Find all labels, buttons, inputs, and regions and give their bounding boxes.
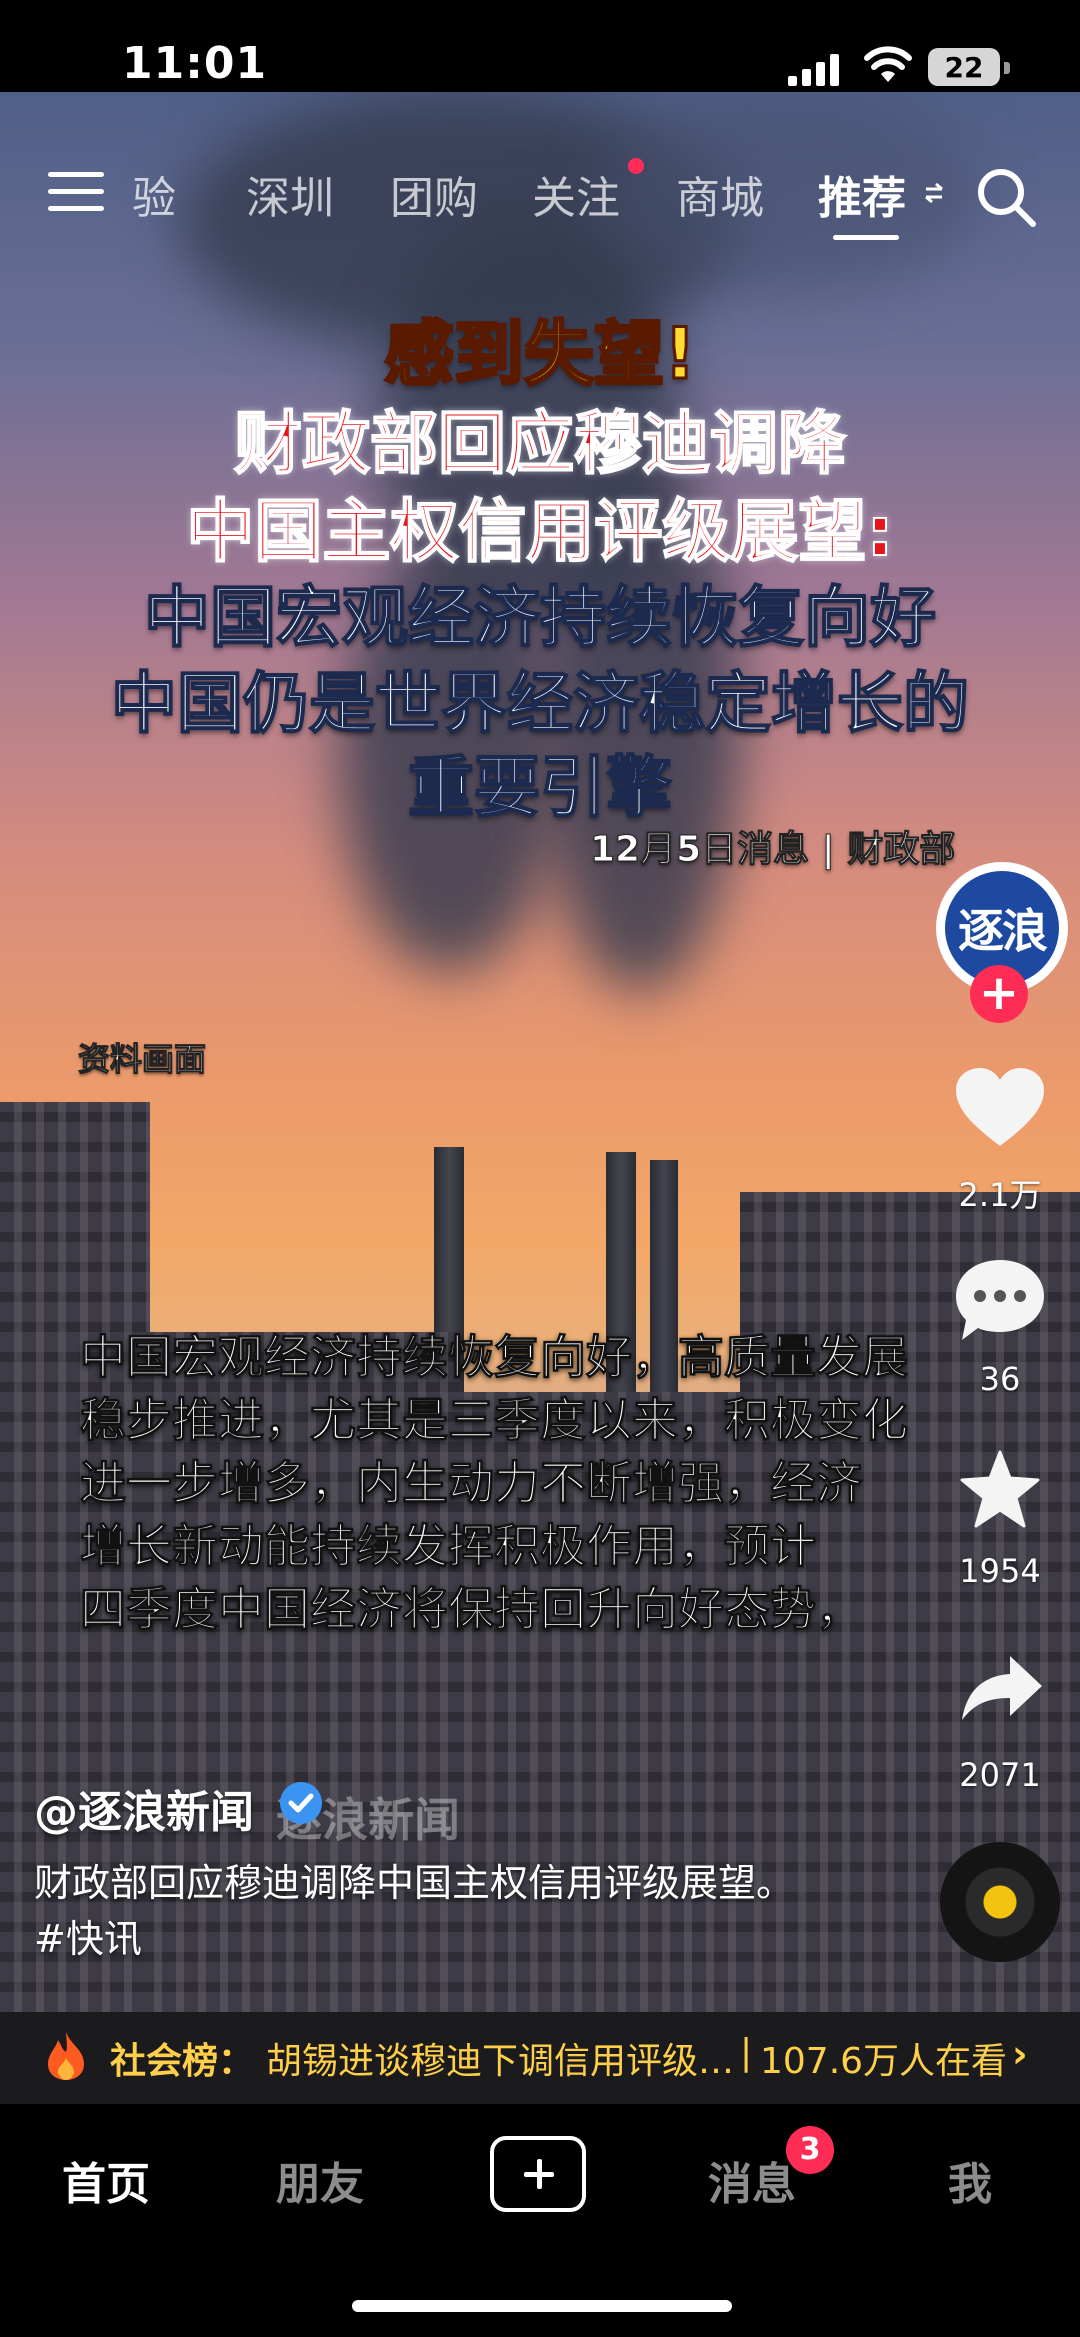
tab-mall[interactable]: 商城 [676,162,764,226]
wifi-icon [864,46,912,82]
headline-line-6: 重要引擎 [407,748,673,827]
tab-shenzhen[interactable]: 深圳 [246,162,334,226]
hot-list-title[interactable]: 胡锡进谈穆迪下调信用评级… [266,2032,734,2084]
search-icon[interactable] [975,166,1037,228]
menu-icon[interactable] [48,172,104,216]
chevron-right-icon[interactable]: › [1012,2032,1028,2076]
tab-following[interactable]: 关注 [532,162,620,226]
switch-arrows-icon[interactable] [924,182,944,204]
headline-line-2: 财政部回应穆迪调降 [233,404,847,485]
nav-me[interactable]: 我 [948,2148,992,2212]
author-name[interactable]: @逐浪新闻 [34,1776,254,1840]
like-count: 2.1万 [958,1176,1042,1214]
music-disc-icon[interactable] [940,1842,1060,1962]
flame-icon [48,2032,84,2080]
nav-friends[interactable]: 朋友 [276,2148,364,2212]
share-count: 2071 [959,1756,1041,1794]
headline-line-3: 中国主权信用评级展望: [185,492,894,573]
headline-line-4: 中国宏观经济持续恢复向好 [143,578,937,657]
follow-button[interactable]: + [970,965,1028,1023]
messages-badge: 3 [786,2126,834,2174]
subtitle-line: 四季度中国经济将保持回升向好态势， [80,1582,863,1637]
cellular-signal-icon [788,54,839,86]
subtitle-line: 增长新动能持续发挥积极作用，预计 [80,1519,817,1574]
home-indicator [352,2300,732,2312]
hot-list-separator: | [740,2032,753,2073]
like-heart-icon[interactable] [954,1066,1046,1150]
headline-line-5: 中国仍是世界经济稳定增长的 [110,664,970,743]
subtitle-line: 中国宏观经济持续恢复向好，高质量发展 [80,1330,909,1385]
subtitle-text: 中国宏观经济持续恢复向好，高质量发展 稳步推进，尤其是三季度以来，积极变化 进一… [80,1326,1020,1641]
tab-recommend[interactable]: 推荐 [818,162,906,226]
verified-badge-icon [280,1782,322,1824]
smoke-plume [600,92,980,292]
headline-source: 12月5日消息 | 财政部 [589,829,956,871]
battery-icon: 22 [928,48,1000,86]
nav-home[interactable]: 首页 [62,2148,150,2212]
video-caption[interactable]: 财政部回应穆迪调降中国主权信用评级展望。#快讯 [34,1855,814,1967]
status-bar: 11:01 22 [0,0,1080,92]
share-arrow-icon[interactable] [960,1652,1044,1722]
favorite-star-icon[interactable] [958,1450,1042,1530]
notification-dot [628,158,644,174]
hot-list-viewers: 107.6万人在看 [760,2041,1008,2082]
tab-group-buy[interactable]: 团购 [390,162,478,226]
tab-experience[interactable]: 验 [132,162,176,226]
comment-icon[interactable] [952,1256,1048,1344]
headline-line-1: 感到失望! [383,312,698,397]
comment-count: 36 [979,1360,1021,1398]
battery-tip [1004,62,1010,74]
archive-footage-label: 资料画面 [77,1040,207,1079]
nav-messages[interactable]: 消息 [708,2148,796,2212]
favorite-count: 1954 [959,1552,1041,1590]
subtitle-line: 进一步增多，内生动力不断增强，经济 [80,1456,863,1511]
create-plus-button[interactable] [490,2136,586,2212]
active-tab-indicator [833,235,899,240]
hot-list-label: 社会榜： [110,2041,255,2082]
status-time: 11:01 [122,38,268,89]
subtitle-line: 稳步推进，尤其是三季度以来，积极变化 [80,1393,909,1448]
avatar-text: 逐浪 [958,904,1048,958]
